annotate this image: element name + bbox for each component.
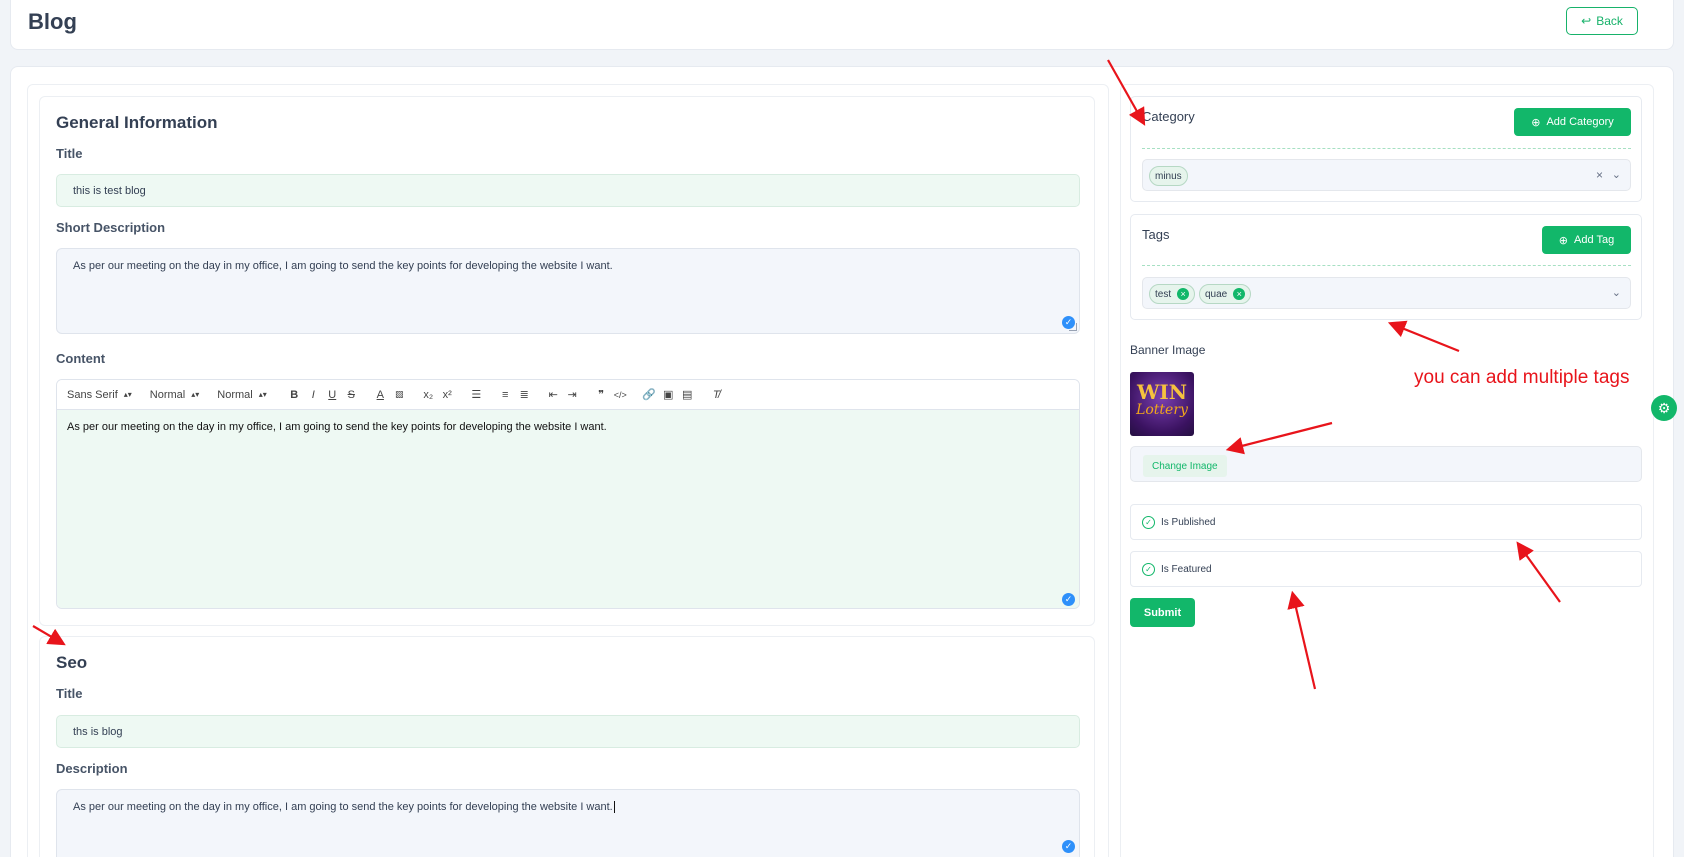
banner-logo-text: WIN [1136, 380, 1188, 404]
tag-chip-label: quae [1205, 288, 1228, 300]
resize-handle-icon[interactable] [1069, 323, 1077, 331]
content-label: Content [56, 351, 106, 366]
change-image-button[interactable]: Change Image [1143, 455, 1227, 477]
clear-icon[interactable]: × [1596, 168, 1603, 182]
select-arrows-icon: ▴▾ [191, 390, 200, 399]
add-tag-button[interactable]: ⊕ Add Tag [1542, 226, 1631, 254]
underline-icon[interactable]: U [323, 389, 342, 401]
plus-circle-icon: ⊕ [1531, 116, 1541, 129]
tags-select[interactable]: test × quae × ⌄ [1142, 277, 1631, 309]
clear-formatting-icon[interactable]: T̸ [707, 389, 726, 401]
grammar-check-icon[interactable]: ✓ [1062, 593, 1075, 606]
seo-description-value: As per our meeting on the day in my offi… [73, 801, 613, 813]
banner-logo-subtext: Lottery [1136, 402, 1188, 418]
add-category-label: Add Category [1546, 116, 1614, 128]
content-editor-value: As per our meeting on the day in my offi… [67, 421, 607, 433]
tag-chip-label: test [1155, 288, 1172, 300]
tag-chip-quae: quae × [1199, 284, 1252, 304]
seo-title-input[interactable]: ths is blog [56, 715, 1080, 748]
back-button-label: Back [1596, 14, 1623, 28]
back-arrow-icon: ↩ [1581, 14, 1592, 28]
ordered-list-icon[interactable]: ≡ [496, 389, 515, 401]
seo-description-textarea[interactable]: As per our meeting on the day in my offi… [56, 789, 1080, 857]
select-arrows-icon: ▴▾ [258, 390, 267, 399]
category-select[interactable]: minus × ⌄ [1142, 159, 1631, 191]
check-circle-icon: ✓ [1142, 562, 1155, 576]
title-input-value: this is test blog [73, 184, 146, 197]
seo-title-value: ths is blog [73, 725, 123, 738]
banner-image-thumbnail: WIN Lottery [1130, 372, 1194, 436]
editor-toolbar: Sans Serif ▴▾ Normal ▴▾ Normal ▴▾ B I U S A… [57, 380, 1079, 410]
chevron-down-icon[interactable]: ⌄ [1612, 168, 1621, 181]
video-icon[interactable]: ▤ [678, 388, 697, 401]
is-featured-toggle[interactable]: ✓ Is Featured [1130, 551, 1642, 587]
gear-icon[interactable]: ⚙ [1651, 395, 1677, 421]
remove-tag-icon[interactable]: × [1177, 288, 1190, 300]
plus-circle-icon: ⊕ [1558, 234, 1569, 247]
bullet-list-icon[interactable]: ≣ [515, 388, 534, 401]
banner-file-input: Change Image [1130, 446, 1642, 482]
is-featured-label: Is Featured [1161, 563, 1212, 575]
title-label: Title [56, 146, 83, 161]
strikethrough-icon[interactable]: S [342, 389, 361, 401]
tags-divider [1142, 265, 1631, 266]
font-family-select[interactable]: Sans Serif ▴▾ [67, 389, 132, 401]
content-rich-text-editor: Sans Serif ▴▾ Normal ▴▾ Normal ▴▾ B I U S A… [56, 379, 1080, 609]
is-published-label: Is Published [1161, 516, 1216, 528]
bold-icon[interactable]: B [285, 389, 304, 401]
link-icon[interactable]: 🔗 [640, 388, 659, 401]
font-size-select[interactable]: Normal ▴▾ [150, 389, 199, 401]
page-title: Blog [28, 9, 77, 34]
remove-tag-icon[interactable]: × [1233, 288, 1246, 300]
italic-icon[interactable]: I [304, 389, 323, 401]
is-published-toggle[interactable]: ✓ Is Published [1130, 504, 1642, 540]
category-divider [1142, 148, 1631, 149]
image-icon[interactable]: ▣ [659, 388, 678, 401]
add-tag-label: Add Tag [1574, 234, 1615, 246]
indent-icon[interactable]: ⇥ [563, 388, 582, 401]
banner-image-label: Banner Image [1130, 343, 1206, 357]
short-description-value: As per our meeting on the day in my offi… [73, 260, 613, 272]
subscript-icon[interactable]: x₂ [419, 389, 438, 401]
background-color-icon[interactable]: ▨ [390, 389, 409, 400]
text-cursor [613, 801, 615, 813]
align-icon[interactable]: ☰ [467, 388, 486, 401]
seo-title-label: Title [56, 686, 83, 701]
text-color-icon[interactable]: A [371, 389, 390, 401]
add-category-button[interactable]: ⊕ Add Category [1514, 108, 1631, 136]
check-circle-icon: ✓ [1142, 515, 1155, 529]
short-description-label: Short Description [56, 220, 166, 235]
title-input[interactable]: this is test blog [56, 174, 1080, 207]
superscript-icon[interactable]: x² [438, 389, 457, 401]
back-button[interactable]: ↩ Back [1566, 7, 1638, 35]
code-block-icon[interactable]: </> [611, 390, 630, 400]
seo-heading: Seo [56, 653, 88, 672]
submit-button[interactable]: Submit [1130, 598, 1195, 627]
short-description-textarea[interactable]: As per our meeting on the day in my offi… [56, 248, 1080, 334]
blockquote-icon[interactable]: ❞ [592, 388, 611, 401]
chevron-down-icon[interactable]: ⌄ [1612, 286, 1621, 299]
content-editor-body[interactable]: As per our meeting on the day in my offi… [57, 410, 1079, 608]
category-chip-label: minus [1155, 170, 1182, 182]
tags-label: Tags [1142, 227, 1170, 242]
header-bar: Blog ↩ Back [10, 0, 1674, 50]
outdent-icon[interactable]: ⇤ [544, 388, 563, 401]
tag-chip-test: test × [1149, 284, 1196, 304]
annotation-text: you can add multiple tags [1414, 367, 1630, 388]
seo-description-label: Description [56, 761, 128, 776]
general-information-heading: General Information [56, 113, 218, 132]
select-arrows-icon: ▴▾ [123, 390, 132, 399]
heading-select[interactable]: Normal ▴▾ [217, 389, 266, 401]
grammar-check-icon[interactable]: ✓ [1062, 840, 1075, 853]
category-label: Category [1142, 109, 1195, 124]
category-chip: minus [1149, 166, 1188, 186]
